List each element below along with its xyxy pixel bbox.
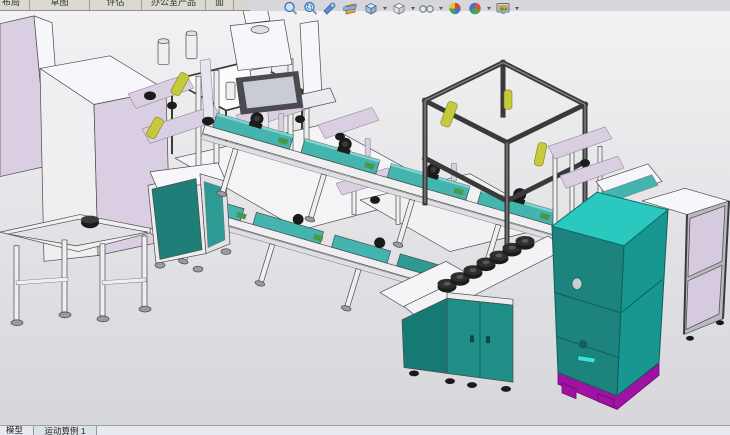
view-orientation-icon[interactable] — [361, 1, 380, 17]
tab-sketch[interactable]: 草图 — [30, 0, 90, 11]
zoom-to-fit-icon[interactable] — [281, 1, 300, 17]
tab-evaluate[interactable]: 评估 — [90, 0, 142, 11]
hide-show-items-dropdown[interactable] — [437, 1, 444, 17]
edit-appearance-icon[interactable] — [445, 1, 464, 17]
hide-show-items-icon[interactable] — [417, 1, 436, 17]
tab-office-products[interactable]: 办公室产品 — [142, 0, 206, 11]
zoom-to-area-icon[interactable] — [301, 1, 320, 17]
view-settings-dropdown[interactable] — [513, 1, 520, 17]
model-tab-bar: 模型 运动算例 1 — [0, 425, 730, 435]
hmi-monitor[interactable] — [236, 71, 303, 114]
view-orientation-dropdown[interactable] — [381, 1, 388, 17]
apply-scene-icon[interactable] — [465, 1, 484, 17]
teal-panel-cabinet[interactable] — [148, 163, 231, 272]
apply-scene-dropdown[interactable] — [485, 1, 492, 17]
assembly-scene — [0, 11, 730, 425]
display-style-dropdown[interactable] — [409, 1, 416, 17]
tab-model[interactable]: 模型 — [0, 425, 29, 435]
tab-layout[interactable]: 布局 — [0, 0, 30, 11]
headsup-view-toolbar — [281, 0, 520, 17]
section-view-icon[interactable] — [341, 1, 360, 17]
left-belt-conveyor[interactable] — [0, 215, 164, 326]
tab-motion-study-1[interactable]: 运动算例 1 — [33, 425, 97, 435]
previous-view-icon[interactable] — [321, 1, 340, 17]
display-style-icon[interactable] — [389, 1, 408, 17]
stand-column — [296, 21, 336, 110]
solidworks-window: 布局 草图 评估 办公室产品 面 — [0, 0, 730, 435]
graphics-viewport[interactable] — [0, 11, 730, 425]
electrical-cabinet[interactable] — [552, 192, 668, 409]
command-manager-tabs: 布局 草图 评估 办公室产品 面 — [0, 0, 250, 11]
tab-partial[interactable]: 面 — [206, 0, 234, 11]
view-settings-icon[interactable] — [493, 1, 512, 17]
